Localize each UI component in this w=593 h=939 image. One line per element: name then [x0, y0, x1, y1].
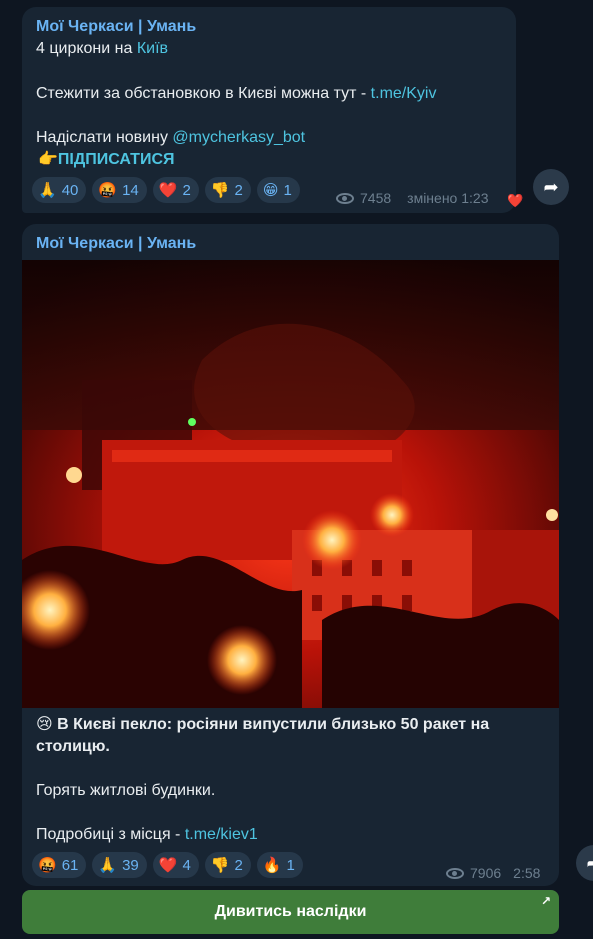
reaction-count: 2 — [234, 856, 243, 874]
pointing-hand-icon: 👉 — [38, 151, 58, 168]
channel-name[interactable]: Мої Черкаси | Умань — [36, 18, 196, 36]
reaction-angry[interactable]: 🤬 61 — [32, 852, 87, 878]
share-icon[interactable]: ➦ — [576, 845, 593, 881]
message-bubble-2: Мої Черкаси | Умань 😢 В Києві пекло: рос… — [22, 224, 559, 886]
reaction-grin[interactable]: 😁 1 — [256, 177, 300, 203]
fire-icon: 🔥 — [262, 856, 282, 874]
share-glyph: ➦ — [586, 853, 593, 874]
reaction-count: 40 — [61, 181, 79, 199]
subscribe-label[interactable]: ПІДПИСАТИСЯ — [58, 151, 175, 168]
pray-icon: 🙏 — [38, 181, 57, 199]
headline: 😢 В Києві пекло: росіяни випустили близь… — [36, 714, 541, 758]
message-line-3: Надіслати новину @mycherkasy_bot — [36, 127, 305, 149]
link-kiev1[interactable]: t.me/kiev1 — [185, 826, 258, 843]
reaction-count: 14 — [122, 181, 139, 199]
reaction-count: 1 — [283, 181, 292, 199]
thumbs-down-icon: 👎 — [210, 856, 230, 874]
view-consequences-button[interactable]: Дивитись наслідки ↗ — [22, 890, 559, 934]
text: 4 циркони на — [36, 40, 137, 57]
reaction-count: 61 — [61, 856, 79, 874]
edited-time: змінено 1:23 — [407, 190, 489, 206]
reaction-angry[interactable]: 🤬 14 — [92, 177, 147, 203]
grin-icon: 😁 — [262, 181, 279, 199]
heart-icon: ❤️ — [158, 181, 178, 199]
link-bot[interactable]: @mycherkasy_bot — [172, 129, 305, 146]
reactions-bar: 🤬 61 🙏 39 ❤️ 4 👎 2 🔥 1 — [32, 852, 303, 878]
body-line-1: Горять житлові будинки. — [36, 782, 216, 799]
external-link-icon: ↗ — [540, 894, 551, 908]
own-reaction-heart-icon: ❤️ — [507, 193, 524, 208]
message-time: 2:58 — [513, 865, 541, 881]
angry-face-icon: 🤬 — [38, 856, 57, 874]
text: Подробиці з місця - — [36, 826, 185, 843]
thumbs-down-icon: 👎 — [210, 181, 230, 199]
reaction-count: 2 — [234, 181, 243, 199]
reaction-count: 1 — [286, 856, 295, 874]
reaction-pray[interactable]: 🙏 39 — [92, 852, 147, 878]
message-meta: 7906 2:58 — [446, 865, 540, 881]
share-glyph: ➦ — [543, 176, 559, 197]
channel-name[interactable]: Мої Черкаси | Умань — [36, 235, 196, 253]
eye-icon — [336, 192, 354, 204]
reaction-count: 39 — [122, 856, 139, 874]
button-label: Дивитись наслідки — [214, 903, 367, 920]
view-count: 7458 — [360, 190, 392, 206]
view-count: 7906 — [470, 865, 502, 881]
message-line-1: 4 циркони на Київ — [36, 38, 168, 60]
reaction-thumbs-down[interactable]: 👎 2 — [204, 177, 251, 203]
reaction-fire[interactable]: 🔥 1 — [256, 852, 303, 878]
crying-face-icon: 😢 — [36, 716, 53, 733]
body-line-2: Подробиці з місця - t.me/kiev1 — [36, 824, 258, 846]
eye-icon — [446, 867, 464, 879]
message-line-2: Стежити за обстановкою в Києві можна тут… — [36, 83, 436, 105]
message-bubble-1: Мої Черкаси | Умань 4 циркони на Київ Ст… — [22, 7, 516, 213]
share-icon[interactable]: ➦ — [533, 169, 569, 205]
reaction-heart[interactable]: ❤️ 4 — [152, 852, 199, 878]
text: Стежити за обстановкою в Києві можна тут… — [36, 85, 371, 102]
pray-icon: 🙏 — [98, 856, 118, 874]
headline-text: В Києві пекло: росіяни випустили близько… — [36, 716, 490, 755]
reaction-thumbs-down[interactable]: 👎 2 — [204, 852, 251, 878]
heart-icon: ❤️ — [158, 856, 178, 874]
angry-face-icon: 🤬 — [98, 181, 118, 199]
reaction-count: 4 — [182, 856, 191, 874]
subscribe-link[interactable]: 👉ПІДПИСАТИСЯ — [38, 149, 175, 171]
text: Надіслати новину — [36, 129, 173, 146]
message-meta: 7458 змінено 1:23 — [336, 190, 488, 206]
reaction-heart[interactable]: ❤️ 2 — [152, 177, 199, 203]
fire-photo[interactable] — [22, 260, 559, 708]
reaction-pray[interactable]: 🙏 40 — [32, 177, 87, 203]
link-tme-kyiv[interactable]: t.me/Kyiv — [371, 85, 437, 102]
link-kyiv[interactable]: Київ — [137, 40, 168, 57]
reactions-bar: 🙏 40 🤬 14 ❤️ 2 👎 2 😁 1 — [32, 177, 300, 203]
reaction-count: 2 — [182, 181, 191, 199]
